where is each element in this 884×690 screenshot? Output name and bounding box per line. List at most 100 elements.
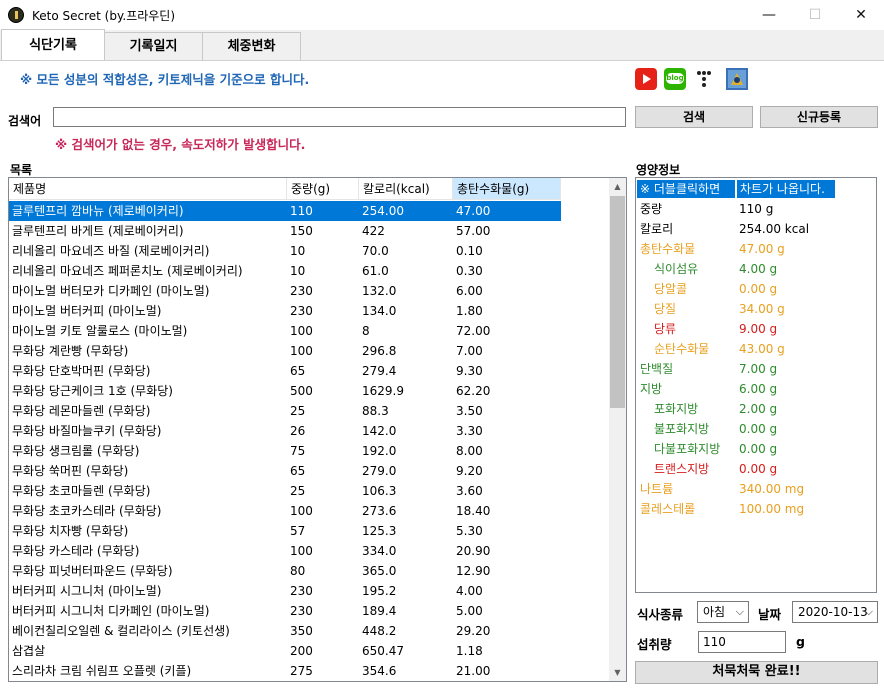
register-button[interactable]: 신규등록 (760, 106, 878, 128)
nutrition-row[interactable]: 트랜스지방 0.00 g (636, 459, 876, 479)
cell-calories: 254.00 (362, 204, 404, 218)
nutrition-row[interactable]: 다불포화지방 0.00 g (636, 439, 876, 459)
tistory-icon[interactable] (693, 68, 715, 90)
scroll-up-arrow-icon[interactable]: ▲ (609, 178, 626, 195)
vertical-scrollbar[interactable]: ▲ ▼ (609, 178, 626, 681)
cell-calories: 279.0 (362, 464, 397, 478)
blog-icon[interactable]: blog (664, 68, 686, 90)
nutrition-row[interactable]: 지방 6.00 g (636, 379, 876, 399)
cell-calories: 195.2 (362, 584, 397, 598)
table-row[interactable]: 삼겹살 200 650.47 1.18 (9, 641, 561, 661)
intake-label: 섭취량 (637, 637, 672, 652)
cell-weight: 230 (290, 584, 313, 598)
cell-weight: 65 (290, 364, 306, 378)
table-row[interactable]: 무화당 피넛버터파운드 (무화당) 80 365.0 12.90 (9, 561, 561, 581)
nutrition-row[interactable]: 식이섬유 4.00 g (636, 259, 876, 279)
cell-carbs: 29.20 (456, 624, 491, 638)
nutrition-row[interactable]: 순탄수화물 43.00 g (636, 339, 876, 359)
table-row[interactable]: 마이노멀 키토 알룰로스 (마이노멀) 100 8 72.00 (9, 321, 561, 341)
cell-weight: 500 (290, 384, 313, 398)
cell-calories: 61.0 (362, 264, 389, 278)
minimize-button[interactable]: — (746, 0, 792, 30)
scroll-down-arrow-icon[interactable]: ▼ (609, 664, 626, 681)
column-header-carbs[interactable]: 총탄수화물(g) (453, 178, 561, 200)
nutrition-row[interactable]: 단백질 7.00 g (636, 359, 876, 379)
table-row[interactable]: 글루텐프리 깜바뉴 (제로베이커리) 110 254.00 47.00 (9, 201, 561, 221)
table-row[interactable]: 무화당 바질마늘쿠키 (무화당) 26 142.0 3.30 (9, 421, 561, 441)
notice-text: ※ 모든 성분의 적합성은, 키토제닉을 기준으로 합니다. (20, 72, 310, 87)
table-row[interactable]: 버터커피 시그니처 디카페인 (마이노멀) 230 189.4 5.00 (9, 601, 561, 621)
tab-meal-record[interactable]: 식단기록 (1, 29, 105, 61)
cell-name: 무화당 치자빵 (무화당) (12, 524, 129, 538)
table-row[interactable]: 무화당 초코마들렌 (무화당) 25 106.3 3.60 (9, 481, 561, 501)
youtube-icon[interactable] (635, 68, 657, 90)
cell-calories: 334.0 (362, 544, 397, 558)
meal-type-label: 식사종류 (637, 607, 684, 622)
cell-name: 글루텐프리 바게트 (제로베이커리) (12, 224, 184, 238)
search-input[interactable] (53, 107, 626, 127)
cell-carbs: 20.90 (456, 544, 491, 558)
nutrition-row[interactable]: 불포화지방 0.00 g (636, 419, 876, 439)
nutrition-key: 트랜스지방 (654, 462, 710, 476)
app-icon (8, 7, 24, 23)
meal-done-button[interactable]: 처묵처묵 완료!! (635, 661, 878, 684)
nutrition-row[interactable]: 콜레스테롤 100.00 mg (636, 499, 876, 519)
maximize-button[interactable]: ☐ (792, 0, 838, 30)
nutrition-row[interactable]: 총탄수화물 47.00 g (636, 239, 876, 259)
column-header-name[interactable]: 제품명 (9, 178, 287, 200)
table-row[interactable]: 무화당 초코카스테라 (무화당) 100 273.6 18.40 (9, 501, 561, 521)
table-row[interactable]: 리네올리 마요네즈 바질 (제로베이커리) 10 70.0 0.10 (9, 241, 561, 261)
table-row[interactable]: 무화당 카스테라 (무화당) 100 334.0 20.90 (9, 541, 561, 561)
tab-record-log[interactable]: 기록일지 (104, 32, 203, 60)
nutrition-panel[interactable]: ※ 더블클릭하면 차트가 나옵니다. 중량 110 g 칼로리 254.00 kcal… (635, 177, 877, 593)
tab-weight-change[interactable]: 체중변화 (202, 32, 301, 60)
column-header-calories[interactable]: 칼로리(kcal) (359, 178, 453, 200)
table-row[interactable]: 마이노멀 버터모카 디카페인 (마이노멀) 230 132.0 6.00 (9, 281, 561, 301)
intake-input[interactable] (698, 631, 786, 653)
cell-weight: 230 (290, 284, 313, 298)
cell-carbs: 3.50 (456, 404, 483, 418)
meal-type-select[interactable]: 아침 ⌵ (697, 601, 749, 623)
cell-weight: 350 (290, 624, 313, 638)
nutrition-row[interactable]: 중량 110 g (636, 199, 876, 219)
nutrition-row[interactable]: 당질 34.00 g (636, 299, 876, 319)
cell-carbs: 8.00 (456, 444, 483, 458)
table-row[interactable]: 글루텐프리 바게트 (제로베이커리) 150 422 57.00 (9, 221, 561, 241)
cell-calories: 106.3 (362, 484, 397, 498)
search-button[interactable]: 검색 (635, 106, 753, 128)
cafe-icon[interactable] (726, 68, 748, 90)
date-picker[interactable]: 2020-10-13 ⌵ (792, 601, 878, 623)
table-row[interactable]: 무화당 레몬마들렌 (무화당) 25 88.3 3.50 (9, 401, 561, 421)
table-row[interactable]: 무화당 생크림롤 (무화당) 75 192.0 8.00 (9, 441, 561, 461)
cell-weight: 26 (290, 424, 306, 438)
scrollbar-thumb[interactable] (610, 196, 625, 408)
nutrition-value: 4.00 g (739, 262, 778, 276)
table-row[interactable]: 무화당 계란빵 (무화당) 100 296.8 7.00 (9, 341, 561, 361)
nutrition-row[interactable]: 당알콜 0.00 g (636, 279, 876, 299)
cell-calories: 192.0 (362, 444, 397, 458)
cell-name: 무화당 레몬마들렌 (무화당) (12, 404, 151, 418)
cell-name: 버터커피 시그니처 디카페인 (마이노멀) (12, 604, 210, 618)
column-header-weight[interactable]: 중량(g) (287, 178, 359, 200)
nutrition-row[interactable]: 포화지방 2.00 g (636, 399, 876, 419)
table-row[interactable]: 스리라차 크림 쉬림프 오플렛 (키플) 275 354.6 21.00 (9, 661, 561, 681)
table-row[interactable]: 리네올리 마요네즈 페퍼론치노 (제로베이커리) 10 61.0 0.30 (9, 261, 561, 281)
table-row[interactable]: 베이컨칠리오일렌 & 컬리라이스 (키토선생) 350 448.2 29.20 (9, 621, 561, 641)
table-row[interactable]: 무화당 단호박머핀 (무화당) 65 279.4 9.30 (9, 361, 561, 381)
cell-calories: 125.3 (362, 524, 397, 538)
date-label: 날짜 (758, 607, 782, 622)
nutrition-key: 당질 (654, 302, 677, 316)
nutrition-row[interactable]: 당류 9.00 g (636, 319, 876, 339)
nutrition-value: 0.00 g (739, 422, 778, 436)
table-row[interactable]: 무화당 당근케이크 1호 (무화당) 500 1629.9 62.20 (9, 381, 561, 401)
nutrition-row[interactable]: 칼로리 254.00 kcal (636, 219, 876, 239)
nutrition-row[interactable]: 나트륨 340.00 mg (636, 479, 876, 499)
table-row[interactable]: 무화당 치자빵 (무화당) 57 125.3 5.30 (9, 521, 561, 541)
close-button[interactable]: ✕ (838, 0, 884, 30)
table-row[interactable]: 마이노멀 버터커피 (마이노멀) 230 134.0 1.80 (9, 301, 561, 321)
cell-name: 마이노멀 버터모카 디카페인 (마이노멀) (12, 284, 210, 298)
cell-calories: 132.0 (362, 284, 397, 298)
table-row[interactable]: 버터커피 시그니처 (마이노멀) 230 195.2 4.00 (9, 581, 561, 601)
product-table[interactable]: 제품명 중량(g) 칼로리(kcal) 총탄수화물(g) 글루텐프리 깜바뉴 (… (8, 177, 627, 682)
table-row[interactable]: 무화당 쑥머핀 (무화당) 65 279.0 9.20 (9, 461, 561, 481)
